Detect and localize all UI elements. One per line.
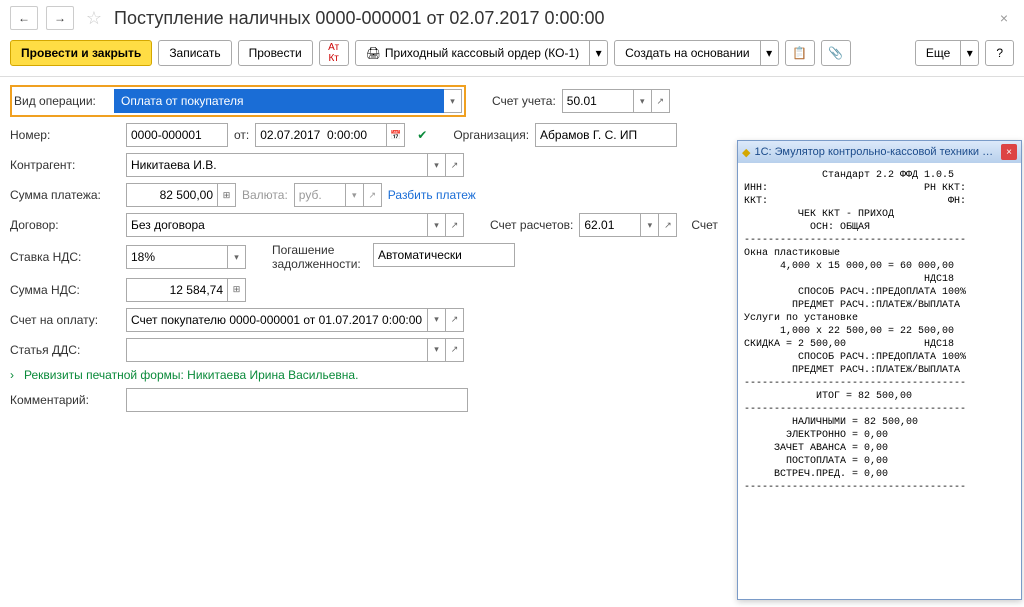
app-icon: ◆	[742, 146, 750, 159]
receipt-text: Стандарт 2.2 ФФД 1.0.5 ИНН: РН ККТ: ККТ:…	[738, 163, 1021, 599]
comment-label: Комментарий:	[10, 393, 120, 407]
contract-input[interactable]	[127, 214, 427, 236]
dds-label: Статья ДДС:	[10, 343, 120, 357]
vat-rate-input[interactable]	[127, 246, 227, 268]
invoice-input[interactable]	[127, 309, 427, 331]
amount-calc-icon[interactable]: ⊞	[218, 183, 236, 207]
currency-open[interactable]: ↗	[364, 183, 382, 207]
number-label: Номер:	[10, 128, 120, 142]
kkt-emulator-panel: ◆ 1С: Эмулятор контрольно-кассовой техни…	[737, 140, 1022, 600]
currency-label: Валюта:	[242, 188, 288, 202]
post-button[interactable]: Провести	[238, 40, 313, 66]
date-calendar-icon[interactable]: 📅	[387, 123, 405, 147]
vat-rate-dropdown[interactable]: ▾	[228, 245, 246, 269]
panel-close-icon[interactable]: ×	[1001, 144, 1017, 160]
nav-forward[interactable]: →	[46, 6, 74, 30]
contract-label: Договор:	[10, 218, 120, 232]
split-payment-link[interactable]: Разбить платеж	[388, 188, 476, 202]
settle-account-dropdown[interactable]: ▾	[641, 213, 659, 237]
debt-label: Погашение задолженности:	[272, 243, 367, 272]
adv-account-label: Счет	[691, 218, 718, 232]
account-dropdown[interactable]: ▾	[634, 89, 652, 113]
post-and-close-button[interactable]: Провести и закрыть	[10, 40, 152, 66]
save-button[interactable]: Записать	[158, 40, 231, 66]
dds-dropdown[interactable]: ▾	[428, 338, 446, 362]
currency-dropdown[interactable]: ▾	[346, 183, 364, 207]
amount-label: Сумма платежа:	[10, 188, 120, 202]
operation-type-input[interactable]	[114, 89, 444, 113]
vat-rate-label: Ставка НДС:	[10, 250, 120, 264]
org-input[interactable]	[536, 124, 676, 146]
org-label: Организация:	[453, 128, 529, 142]
invoice-label: Счет на оплату:	[10, 313, 120, 327]
vat-sum-calc-icon[interactable]: ⊞	[228, 278, 246, 302]
more-button[interactable]: Еще	[915, 40, 961, 66]
posted-icon: ✔	[417, 128, 427, 142]
invoice-dropdown[interactable]: ▾	[428, 308, 446, 332]
settle-account-label: Счет расчетов:	[490, 218, 573, 232]
counterparty-open[interactable]: ↗	[446, 153, 464, 177]
dtct-button[interactable]: АтКт	[319, 40, 349, 66]
counterparty-label: Контрагент:	[10, 158, 120, 172]
favorite-icon[interactable]: ☆	[82, 6, 106, 30]
number-input[interactable]	[127, 124, 227, 146]
create-based-dropdown[interactable]: ▾	[761, 40, 779, 66]
from-label: от:	[234, 128, 249, 142]
operation-type-dropdown[interactable]: ▾	[444, 89, 462, 113]
more-dropdown[interactable]: ▾	[961, 40, 979, 66]
account-open[interactable]: ↗	[652, 89, 670, 113]
panel-title: 1С: Эмулятор контрольно-кассовой техники…	[754, 146, 997, 158]
attach-button[interactable]: 📎	[821, 40, 851, 66]
operation-type-label: Вид операции:	[14, 94, 114, 108]
settle-account-input[interactable]	[580, 214, 640, 236]
print-dropdown[interactable]: ▾	[590, 40, 608, 66]
vat-sum-label: Сумма НДС:	[10, 283, 120, 297]
account-input[interactable]	[563, 90, 633, 112]
debt-input[interactable]	[374, 244, 514, 266]
comment-input[interactable]	[127, 389, 467, 411]
requisites-link[interactable]: Реквизиты печатной формы: Никитаева Ирин…	[24, 368, 358, 382]
dds-input[interactable]	[127, 339, 427, 361]
settle-account-open[interactable]: ↗	[659, 213, 677, 237]
currency-input[interactable]	[295, 184, 345, 206]
contract-dropdown[interactable]: ▾	[428, 213, 446, 237]
counterparty-dropdown[interactable]: ▾	[428, 153, 446, 177]
nav-back[interactable]: ←	[10, 6, 38, 30]
amount-input[interactable]	[127, 184, 217, 206]
chevron-right-icon[interactable]: ›	[10, 368, 14, 382]
help-button[interactable]: ?	[985, 40, 1014, 66]
printer-icon: 🖨	[366, 46, 381, 60]
print-order-button[interactable]: 🖨Приходный кассовый ордер (КО-1)	[355, 40, 590, 66]
date-input[interactable]	[256, 124, 386, 146]
account-label: Счет учета:	[492, 94, 556, 108]
dds-open[interactable]: ↗	[446, 338, 464, 362]
create-based-button[interactable]: Создать на основании	[614, 40, 761, 66]
vat-sum-input[interactable]	[127, 279, 227, 301]
page-title: Поступление наличных 0000-000001 от 02.0…	[114, 8, 605, 29]
invoice-open[interactable]: ↗	[446, 308, 464, 332]
contract-open[interactable]: ↗	[446, 213, 464, 237]
close-icon[interactable]: ×	[994, 8, 1014, 28]
counterparty-input[interactable]	[127, 154, 427, 176]
report-button[interactable]: 📋	[785, 40, 815, 66]
